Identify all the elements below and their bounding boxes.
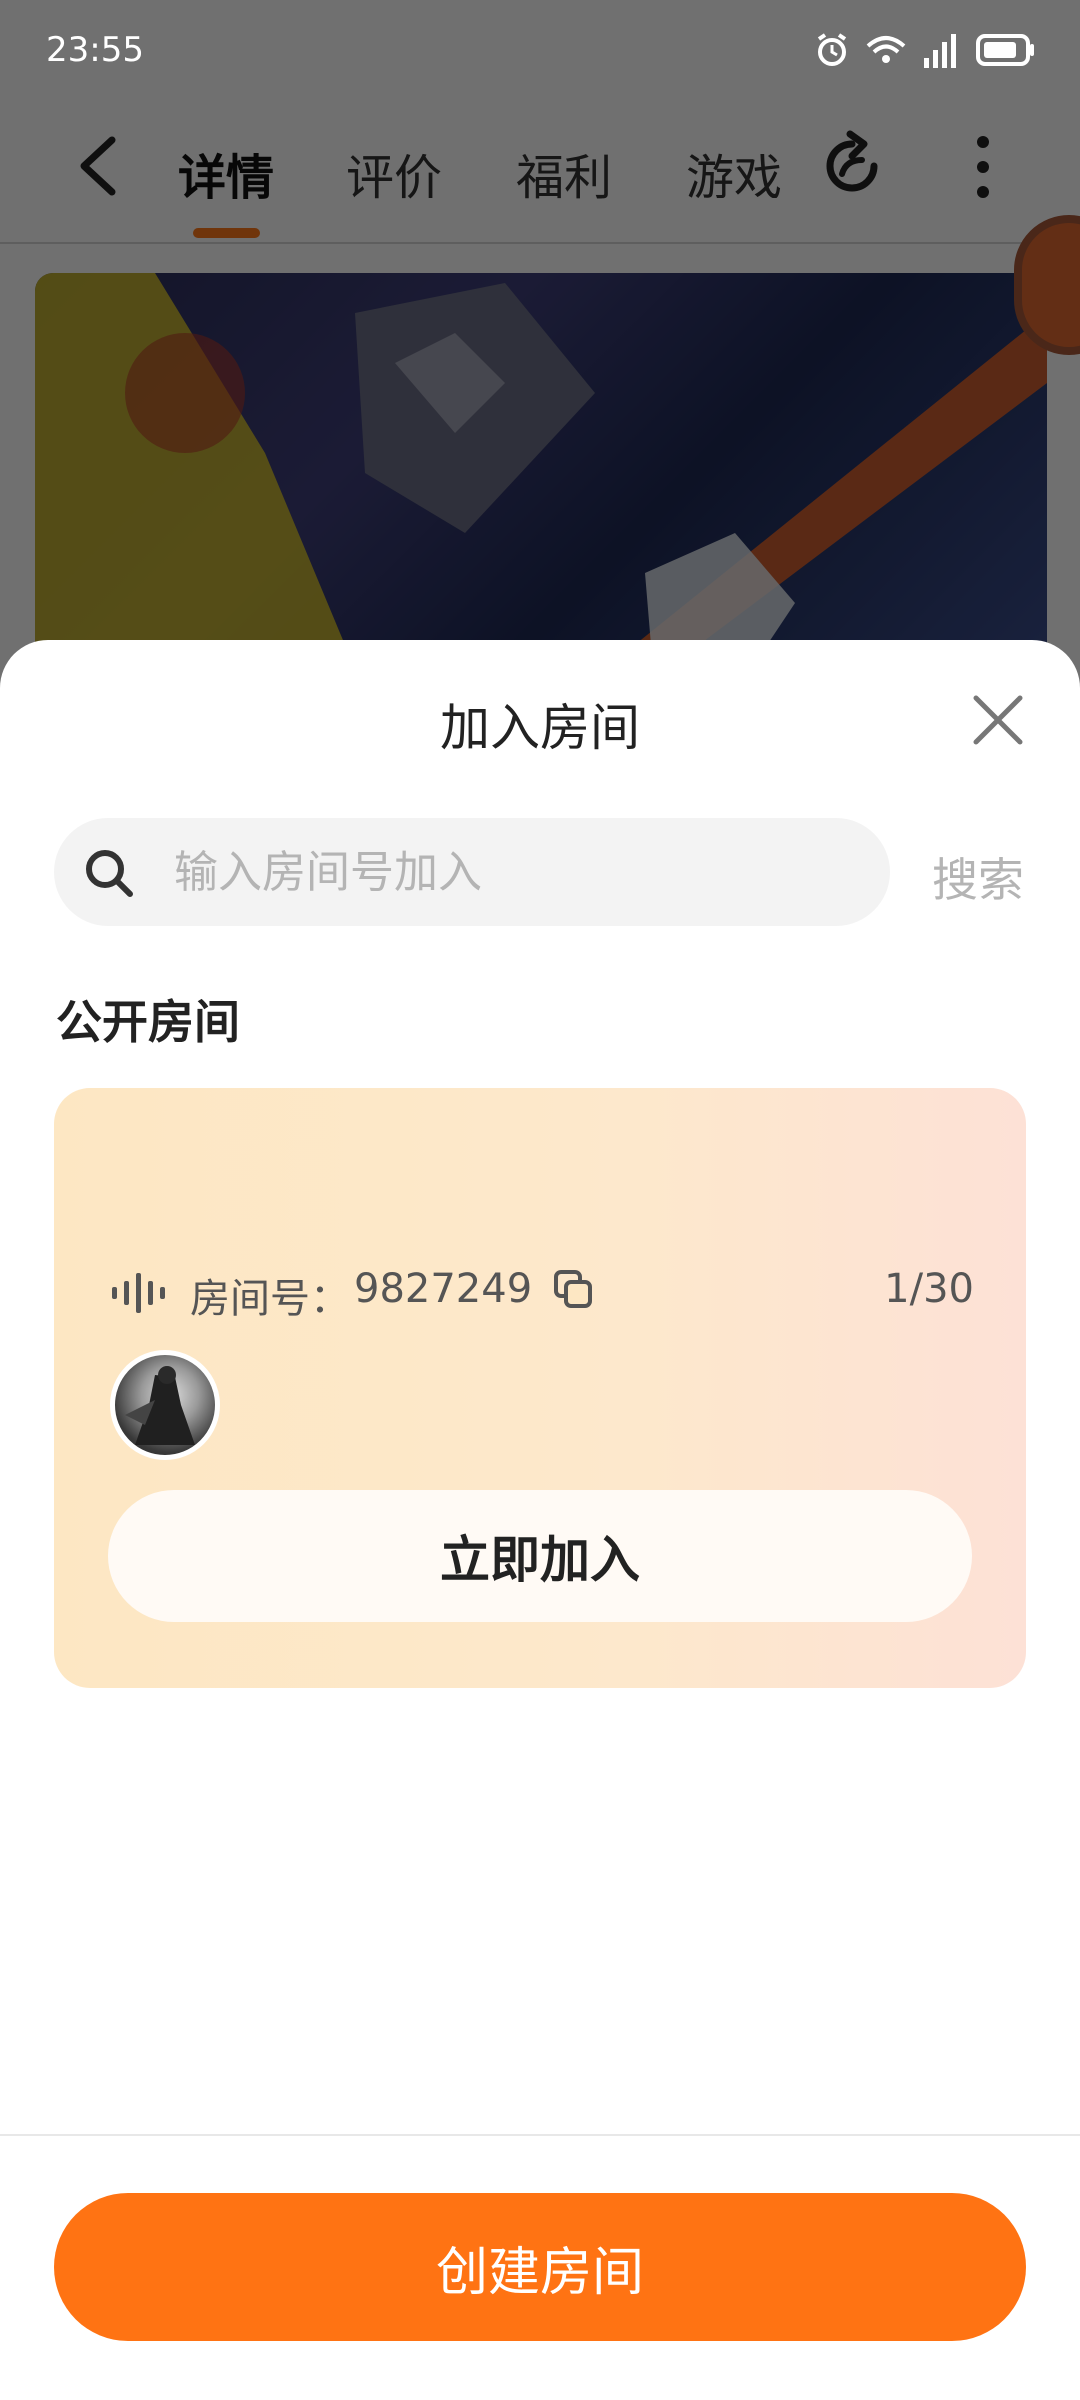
room-number-label: 房间号： bbox=[190, 1276, 350, 1322]
copy-icon[interactable] bbox=[552, 1268, 594, 1310]
cellular-signal-icon bbox=[924, 34, 956, 68]
voice-wave-icon bbox=[112, 1273, 165, 1313]
status-time: 23:55 bbox=[46, 30, 144, 70]
join-room-sheet: 加入房间 搜索 公开房间 房间号： 9827249 1/30 bbox=[0, 640, 1080, 2400]
status-icons bbox=[814, 28, 1036, 72]
battery-icon bbox=[976, 34, 1034, 66]
search-box bbox=[54, 818, 890, 926]
create-room-button[interactable]: 创建房间 bbox=[54, 2193, 1026, 2341]
avatar-figure bbox=[125, 1366, 195, 1445]
join-now-button[interactable]: 立即加入 bbox=[108, 1490, 972, 1622]
alarm-icon bbox=[817, 33, 847, 66]
member-avatar bbox=[110, 1350, 220, 1460]
sheet-title: 加入房间 bbox=[440, 699, 640, 757]
wifi-icon bbox=[866, 36, 906, 63]
close-icon[interactable] bbox=[970, 692, 1026, 748]
room-number-value: 9827249 bbox=[354, 1266, 533, 1312]
room-card: 房间号： 9827249 1/30 立即加入 bbox=[54, 1088, 1026, 1688]
status-bar: 23:55 bbox=[0, 0, 1080, 100]
search-icon bbox=[86, 850, 133, 897]
public-rooms-heading: 公开房间 bbox=[56, 995, 240, 1049]
search-button[interactable]: 搜索 bbox=[932, 844, 1024, 910]
bottom-divider bbox=[0, 2134, 1080, 2136]
room-occupancy: 1/30 bbox=[884, 1266, 974, 1312]
room-number-input[interactable] bbox=[174, 838, 864, 906]
